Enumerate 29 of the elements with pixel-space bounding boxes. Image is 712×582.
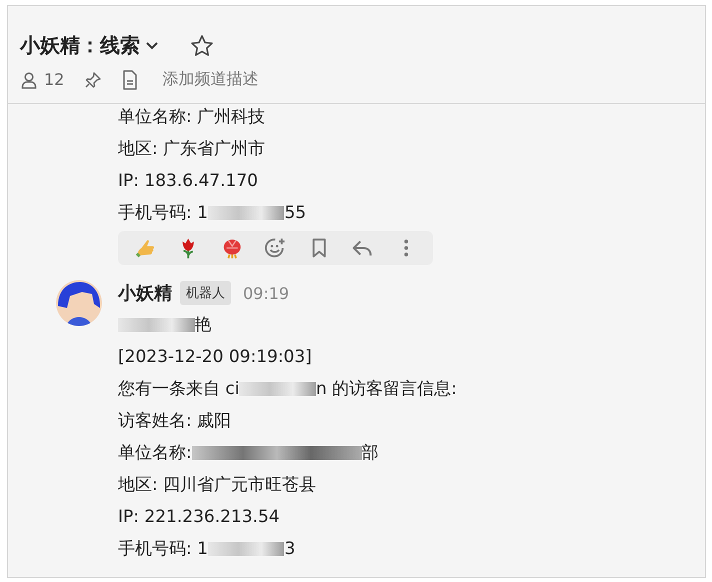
chevron-down-icon[interactable] [146,42,158,50]
document-icon[interactable] [122,70,138,90]
message-text: 单位名称: 广州科技 [118,106,266,129]
author-name[interactable]: 小妖精 [118,281,172,305]
message-text: 55 [284,202,306,225]
message-text: 您有一条来自 ci [118,378,240,401]
star-icon[interactable] [190,34,214,58]
message-text: 艳 [194,314,212,337]
avatar[interactable] [56,280,102,326]
message-text: 访客姓名: 戚阳 [118,410,232,433]
message-text: 部 [362,442,379,465]
add-description-link[interactable]: 添加频道描述 [162,69,258,90]
message-text: n 的访客留言信息: [316,378,457,401]
person-icon[interactable] [20,70,38,88]
message-text: 手机号码: 1 [118,538,208,561]
message-text: 地区: 广东省广州市 [118,138,266,161]
channel-title[interactable]: 小妖精：线索 [20,32,140,59]
message-text: [2023-12-20 09:19:03] [118,346,312,369]
message-text: IP: 183.6.47.170 [118,170,258,193]
message-text: 3 [284,538,296,561]
add-reaction-icon[interactable] [264,236,287,260]
message-text: 单位名称: [118,442,192,465]
member-count[interactable]: 12 [44,70,64,89]
message-text: 地区: 四川省广元市旺苍县 [118,474,316,497]
message-text: IP: 221.236.213.54 [118,506,280,529]
message-text: 手机号码: 1 [118,202,208,225]
pin-icon[interactable] [84,70,102,88]
message-time: 09:19 [243,284,290,302]
bot-badge: 机器人 [180,281,231,305]
